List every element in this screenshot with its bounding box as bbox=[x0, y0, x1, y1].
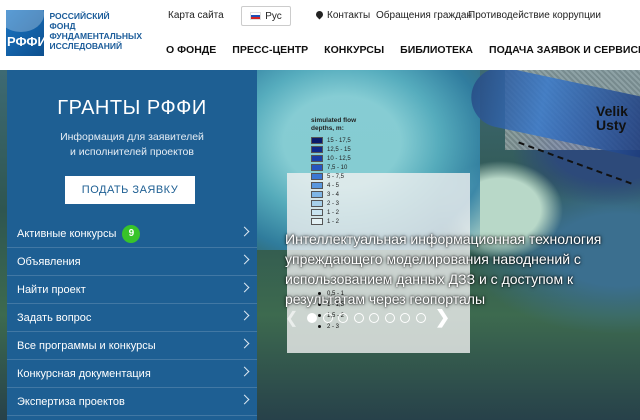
sitemap-link[interactable]: Карта сайта bbox=[168, 10, 224, 21]
grants-sidebar: ГРАНТЫ РФФИ Информация для заявителей и … bbox=[7, 70, 257, 420]
top-utility-bar: Карта сайта Рус Контакты Обращения гражд… bbox=[150, 6, 640, 26]
sidebar-item-active-contests[interactable]: Активные конкурсы 9 bbox=[7, 220, 257, 248]
count-badge: 9 bbox=[122, 224, 141, 243]
chevron-right-icon bbox=[239, 282, 250, 293]
appeals-link[interactable]: Обращения граждан bbox=[376, 10, 472, 21]
legend-title: simulated flow depths, m: bbox=[311, 117, 357, 132]
carousel-dot[interactable] bbox=[369, 313, 379, 323]
nav-item-library[interactable]: БИБЛИОТЕКА bbox=[400, 44, 473, 56]
carousel-dot[interactable] bbox=[322, 313, 333, 323]
sidebar-title: ГРАНТЫ РФФИ bbox=[57, 97, 207, 119]
legend-label: 4 - 5 bbox=[327, 182, 340, 189]
chevron-right-icon bbox=[239, 226, 250, 237]
legend-swatch bbox=[311, 146, 323, 153]
location-pin-icon bbox=[316, 11, 323, 20]
legend-label: 1 - 2 bbox=[327, 218, 340, 225]
page: Velik Usty simulated flow depths, m: 15 … bbox=[0, 0, 640, 420]
legend-label: 5 - 7,5 bbox=[327, 173, 345, 180]
main-nav: О ФОНДЕ ПРЕСС-ЦЕНТР КОНКУРСЫ БИБЛИОТЕКА … bbox=[150, 44, 640, 56]
carousel-controls: ❮ ❯ bbox=[285, 306, 455, 328]
chevron-right-icon bbox=[239, 338, 250, 349]
chevron-right-icon bbox=[239, 366, 250, 377]
legend-swatch bbox=[311, 218, 323, 225]
sidebar-item-label: Все программы и конкурсы bbox=[17, 339, 156, 352]
legend-label: 3 - 4 bbox=[327, 191, 340, 198]
legend-swatch bbox=[311, 200, 323, 207]
legend-label: 2 - 3 bbox=[327, 200, 340, 207]
legend-label: 10 - 12,5 bbox=[327, 155, 351, 162]
legend-label: 1 - 2 bbox=[327, 209, 340, 216]
legend-swatch bbox=[311, 173, 323, 180]
sidebar-item-documentation[interactable]: Конкурсная документация bbox=[7, 360, 257, 388]
legend-row: 15 - 17,5 bbox=[311, 136, 356, 145]
legend-label: 15 - 17,5 bbox=[327, 137, 351, 144]
chevron-right-icon bbox=[239, 310, 250, 321]
nav-item-about[interactable]: О ФОНДЕ bbox=[166, 44, 216, 56]
sidebar-item-ask-question[interactable]: Задать вопрос bbox=[7, 304, 257, 332]
prev-slide-icon[interactable]: ❮ bbox=[285, 308, 298, 328]
sidebar-item-label: Найти проект bbox=[17, 283, 86, 296]
legend-swatch bbox=[311, 137, 323, 144]
next-slide-icon[interactable]: ❯ bbox=[435, 307, 450, 328]
legend-label: 12,5 - 15 bbox=[327, 146, 351, 153]
sidebar-item-label: Экспертиза проектов bbox=[17, 395, 125, 408]
site-logo[interactable]: РФФИ РОССИЙСКИЙ ФОНД ФУНДАМЕНТАЛЬНЫХ ИСС… bbox=[6, 10, 142, 56]
sidebar-item-label: Объявления bbox=[17, 255, 81, 268]
sidebar-item-all-programs[interactable]: Все программы и конкурсы bbox=[7, 332, 257, 360]
carousel-dot[interactable] bbox=[400, 313, 410, 323]
chevron-right-icon bbox=[239, 254, 250, 265]
nav-item-press[interactable]: ПРЕСС-ЦЕНТР bbox=[232, 44, 308, 56]
contacts-link[interactable]: Контакты bbox=[316, 10, 370, 21]
nav-item-contests[interactable]: КОНКУРСЫ bbox=[324, 44, 384, 56]
language-label: Рус bbox=[265, 10, 282, 22]
sidebar-menu: Активные конкурсы 9 Объявления Найти про… bbox=[7, 220, 257, 416]
legend-swatch bbox=[311, 209, 323, 216]
russian-flag-icon bbox=[250, 12, 262, 20]
sidebar-item-label: Задать вопрос bbox=[17, 311, 92, 324]
legend-row: 4 - 5 bbox=[311, 181, 356, 190]
map-label: Velik Usty bbox=[596, 103, 628, 133]
sidebar-item-expertise[interactable]: Экспертиза проектов bbox=[7, 388, 257, 416]
legend-row: 2 - 3 bbox=[311, 199, 356, 208]
legend-row: 12,5 - 15 bbox=[311, 145, 356, 154]
carousel-dot[interactable] bbox=[307, 313, 317, 323]
sidebar-subtitle: Информация для заявителей и исполнителей… bbox=[60, 131, 204, 158]
sidebar-item-label: Активные конкурсы bbox=[17, 227, 117, 240]
legend-row: 1 - 2 bbox=[311, 208, 356, 217]
chevron-right-icon bbox=[239, 394, 250, 405]
logo-mark: РФФИ bbox=[6, 10, 45, 56]
carousel-dot[interactable] bbox=[415, 313, 426, 323]
carousel-dots bbox=[307, 313, 426, 323]
logo-text: РОССИЙСКИЙ ФОНД ФУНДАМЕНТАЛЬНЫХ ИССЛЕДОВ… bbox=[49, 11, 142, 51]
carousel-dot[interactable] bbox=[384, 313, 395, 323]
legend-swatch bbox=[311, 182, 323, 189]
sidebar-item-label: Конкурсная документация bbox=[17, 367, 151, 380]
apply-button[interactable]: ПОДАТЬ ЗАЯВКУ bbox=[65, 176, 195, 204]
nav-item-applications[interactable]: ПОДАЧА ЗАЯВОК И СЕРВИСЫ bbox=[489, 44, 640, 56]
legend-swatch bbox=[311, 191, 323, 198]
site-header: РФФИ РОССИЙСКИЙ ФОНД ФУНДАМЕНТАЛЬНЫХ ИСС… bbox=[0, 0, 640, 70]
carousel-dot[interactable] bbox=[353, 313, 364, 323]
legend-row: 10 - 12,5 bbox=[311, 154, 356, 163]
legend-row: 1 - 2 bbox=[311, 217, 356, 226]
contacts-label: Контакты bbox=[327, 10, 371, 21]
legend-label: 7,5 - 10 bbox=[327, 164, 348, 171]
legend-row: 5 - 7,5 bbox=[311, 172, 356, 181]
language-selector[interactable]: Рус bbox=[241, 6, 291, 26]
legend-swatch bbox=[311, 155, 323, 162]
legend-swatch bbox=[311, 164, 323, 171]
logo-abbr: РФФИ bbox=[7, 34, 45, 49]
legend-row: 7,5 - 10 bbox=[311, 163, 356, 172]
hero-caption[interactable]: Интеллектуальная информационная технолог… bbox=[285, 229, 640, 309]
carousel-dot[interactable] bbox=[338, 313, 348, 323]
anticorruption-link[interactable]: Противодействие коррупции bbox=[468, 10, 601, 21]
flow-depth-legend: simulated flow depths, m: 15 - 17,5 12,5 … bbox=[311, 117, 356, 226]
legend-row: 3 - 4 bbox=[311, 190, 356, 199]
sidebar-item-find-project[interactable]: Найти проект bbox=[7, 276, 257, 304]
sidebar-item-announcements[interactable]: Объявления bbox=[7, 248, 257, 276]
